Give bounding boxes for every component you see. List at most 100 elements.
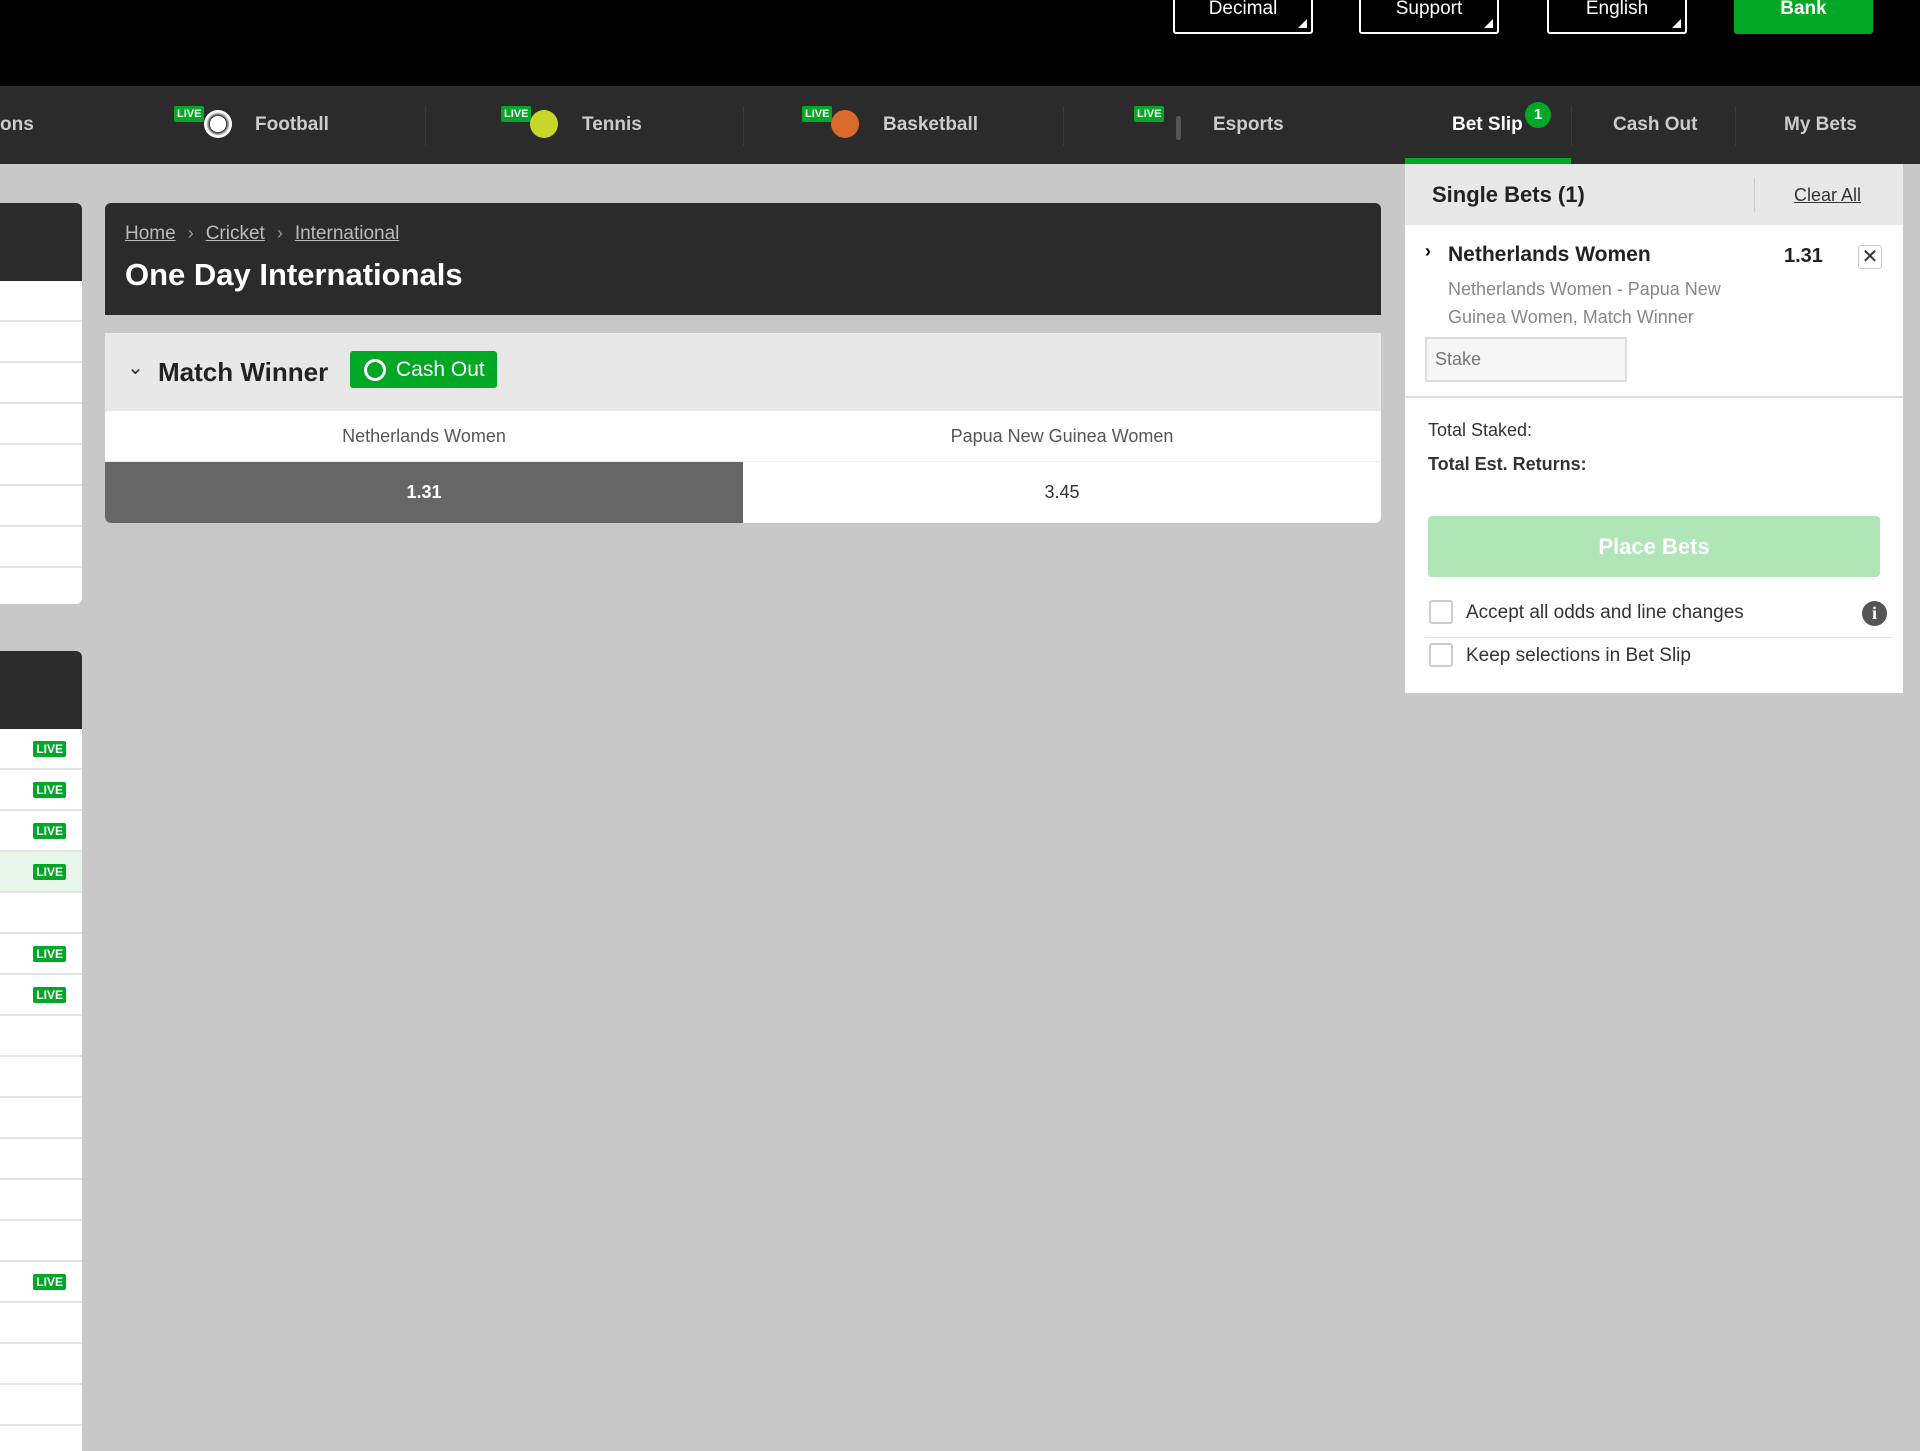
football-icon — [204, 110, 232, 138]
remove-selection-close-icon[interactable]: ✕ — [1858, 245, 1882, 269]
sidebar-row[interactable] — [0, 363, 82, 404]
market-header[interactable]: ⌄ Match Winner Cash Out — [105, 333, 1381, 411]
live-badge: LIVE — [33, 987, 66, 1003]
total-staked-label: Total Staked: — [1428, 420, 1533, 440]
sidebar-row[interactable] — [0, 445, 82, 486]
sidebar-row[interactable]: LIVE — [0, 770, 82, 811]
sidebar-row[interactable]: LIVE — [0, 729, 82, 770]
market-title: Match Winner — [158, 357, 329, 387]
clear-all-link[interactable]: Clear All — [1794, 185, 1861, 206]
sidebar-row[interactable] — [0, 568, 82, 604]
nav-item-esports[interactable]: Esports — [1213, 114, 1284, 136]
chevron-right-icon[interactable]: › — [1425, 241, 1431, 262]
chevron-down-icon[interactable]: ⌄ — [127, 355, 144, 380]
selection-name: Netherlands Women — [1448, 243, 1651, 266]
accept-odds-checkbox[interactable] — [1429, 600, 1453, 624]
tab-my-bets[interactable]: My Bets — [1784, 114, 1857, 136]
sidebar-row[interactable] — [0, 486, 82, 527]
nav-divider — [425, 106, 426, 146]
live-badge: LIVE — [802, 106, 833, 122]
bet-selection: › Netherlands Women 1.31 ✕ Netherlands W… — [1405, 225, 1903, 398]
bank-label: Bank — [1780, 0, 1827, 19]
sidebar-row[interactable] — [0, 1098, 82, 1139]
tennis-ball-icon — [530, 110, 558, 138]
sidebar-panel-header — [0, 203, 82, 281]
support-dropdown[interactable]: Support — [1359, 0, 1499, 34]
sidebar-row[interactable] — [0, 893, 82, 934]
chevron-right-icon: › — [187, 223, 194, 243]
sidebar-row[interactable] — [0, 1139, 82, 1180]
team-header-away: Papua New Guinea Women — [743, 411, 1381, 462]
nav-divider — [1063, 106, 1064, 146]
selection-odds: 1.31 — [1784, 245, 1823, 267]
cash-out-icon — [364, 359, 386, 381]
keep-selections-checkbox[interactable] — [1429, 643, 1453, 667]
bet-totals: Total Staked: Total Est. Returns: Place … — [1405, 404, 1903, 698]
dropdown-corner-icon — [1298, 19, 1307, 28]
breadcrumb-international[interactable]: International — [295, 223, 400, 244]
sidebar-panel — [0, 203, 82, 604]
live-badge: LIVE — [33, 782, 66, 798]
page-title: One Day Internationals — [125, 257, 463, 292]
sidebar-row[interactable] — [0, 1385, 82, 1426]
dropdown-corner-icon — [1672, 19, 1681, 28]
basketball-icon — [831, 110, 859, 138]
keep-selections-label: Keep selections in Bet Slip — [1466, 645, 1691, 666]
cash-out-button[interactable]: Cash Out — [350, 351, 497, 388]
chevron-right-icon: › — [276, 223, 283, 243]
stake-input[interactable] — [1425, 337, 1627, 382]
sidebar-row[interactable] — [0, 1180, 82, 1221]
bet-slip-count-badge: 1 — [1525, 102, 1551, 128]
selection-description: Netherlands Women - Papua New Guinea Wom… — [1448, 279, 1721, 327]
sidebar-row[interactable] — [0, 1344, 82, 1385]
odds-format-label: Decimal — [1208, 0, 1278, 19]
live-badge: LIVE — [33, 864, 66, 880]
live-badge: LIVE — [174, 106, 205, 122]
page-header: Home › Cricket › International One Day Inter… — [105, 203, 1381, 315]
esports-icon — [1176, 116, 1181, 140]
sidebar-row[interactable] — [0, 527, 82, 568]
bet-slip-panel: Single Bets (1) Clear All › Netherlands … — [1405, 164, 1903, 693]
sidebar-row[interactable]: LIVE — [0, 1262, 82, 1303]
odds-format-dropdown[interactable]: Decimal — [1173, 0, 1313, 34]
place-bets-button[interactable]: Place Bets — [1428, 516, 1880, 577]
nav-item-partial[interactable]: ons — [0, 114, 34, 136]
top-bar: Decimal Support English Bank — [0, 0, 1920, 86]
breadcrumb-cricket[interactable]: Cricket — [206, 223, 265, 244]
odds-button-away[interactable]: 3.45 — [743, 462, 1381, 523]
sidebar-row[interactable]: LIVE — [0, 975, 82, 1016]
nav-divider — [743, 106, 744, 146]
breadcrumb: Home › Cricket › International — [125, 223, 399, 245]
nav-item-football[interactable]: Football — [255, 114, 329, 136]
sidebar-row[interactable] — [0, 1303, 82, 1344]
language-dropdown[interactable]: English — [1547, 0, 1687, 34]
tab-bet-slip[interactable]: Bet Slip — [1452, 114, 1523, 136]
bet-slip-header: Single Bets (1) Clear All — [1405, 164, 1903, 225]
sidebar-row[interactable] — [0, 1057, 82, 1098]
support-label: Support — [1395, 0, 1463, 19]
odds-button-home-selected[interactable]: 1.31 — [105, 462, 743, 523]
header-divider — [1754, 178, 1755, 212]
sidebar-row[interactable]: LIVE — [0, 852, 82, 893]
sidebar-row[interactable]: LIVE — [0, 811, 82, 852]
breadcrumb-home[interactable]: Home — [125, 223, 176, 244]
live-badge: LIVE — [501, 106, 532, 122]
sidebar-row[interactable] — [0, 322, 82, 363]
live-badge: LIVE — [33, 946, 66, 962]
tab-cash-out[interactable]: Cash Out — [1613, 114, 1697, 136]
language-label: English — [1585, 0, 1649, 19]
sidebar-row[interactable] — [0, 404, 82, 445]
nav-item-basketball[interactable]: Basketball — [883, 114, 978, 136]
live-badge: LIVE — [33, 1274, 66, 1290]
dropdown-corner-icon — [1484, 19, 1493, 28]
live-badge: LIVE — [1134, 106, 1165, 122]
sidebar-row[interactable]: LIVE — [0, 934, 82, 975]
live-badge: LIVE — [33, 823, 66, 839]
info-icon[interactable]: i — [1862, 601, 1887, 626]
live-badge: LIVE — [33, 741, 66, 757]
nav-item-tennis[interactable]: Tennis — [582, 114, 642, 136]
sidebar-row[interactable] — [0, 1221, 82, 1262]
sidebar-row[interactable] — [0, 281, 82, 322]
sidebar-row[interactable] — [0, 1016, 82, 1057]
bank-button[interactable]: Bank — [1734, 0, 1873, 34]
